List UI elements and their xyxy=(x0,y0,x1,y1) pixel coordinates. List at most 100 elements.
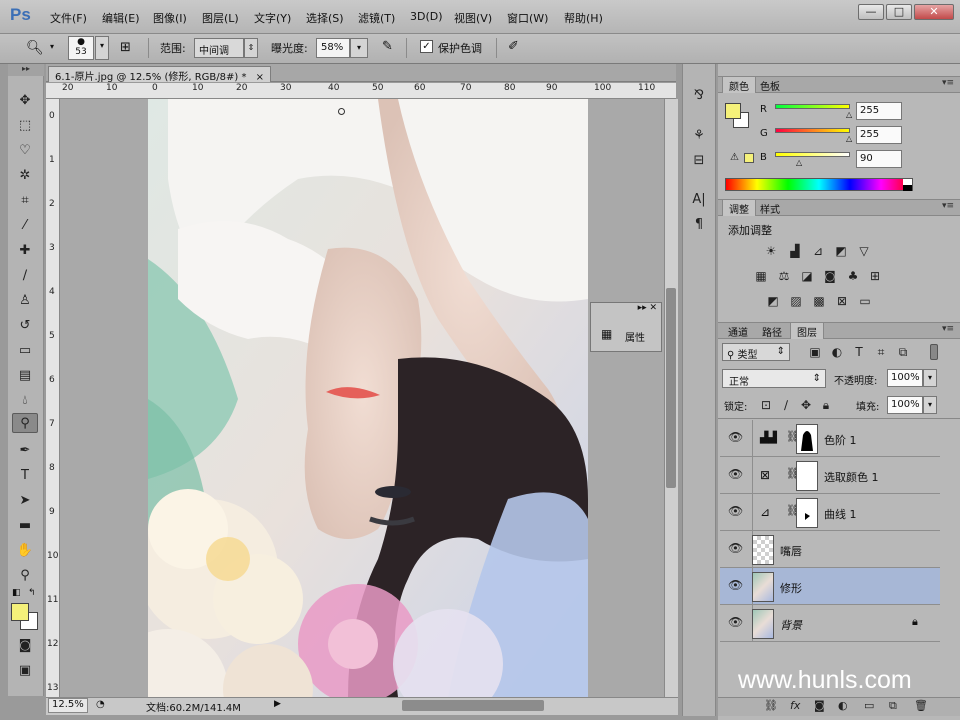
menu-filter[interactable]: 滤镜(T) xyxy=(358,10,395,26)
properties-collapse-icon[interactable]: ▸▸ ✕ xyxy=(638,303,657,313)
burn-tool-icon[interactable]: 🔍︎ xyxy=(26,40,44,56)
filter-type-icon[interactable]: T xyxy=(850,344,868,360)
marquee-tool-icon[interactable]: ⬚ xyxy=(12,116,38,136)
add-mask-icon[interactable]: ◙ xyxy=(814,699,825,712)
hand-tool-icon[interactable]: ✋ xyxy=(12,541,38,561)
tab-adjustments[interactable]: 调整 xyxy=(722,200,756,216)
toolbox-grip[interactable]: ▸▸ xyxy=(8,64,44,76)
range-select[interactable]: 中间调 xyxy=(194,38,244,58)
history-brush-tool-icon[interactable]: ↺ xyxy=(12,316,38,336)
move-tool-icon[interactable]: ✥ xyxy=(12,91,38,111)
filter-smart-object-icon[interactable]: ⧉ xyxy=(894,344,912,360)
brush-tool-icon[interactable]: ∕ xyxy=(12,266,38,286)
gamut-color-chip[interactable] xyxy=(744,153,754,163)
close-window-button[interactable]: ✕ xyxy=(914,4,954,20)
tab-swatches[interactable]: 色板 xyxy=(754,77,786,93)
quick-mask-icon[interactable]: ◙ xyxy=(12,636,38,656)
status-info-icon[interactable]: ◔ xyxy=(96,699,105,710)
layer-name[interactable]: 选取颜色 1 xyxy=(824,469,879,485)
hue-saturation-icon[interactable]: ▦ xyxy=(752,268,770,284)
menu-image[interactable]: 图像(I) xyxy=(153,10,187,26)
layer-mask-thumbnail[interactable] xyxy=(796,461,818,491)
out-of-gamut-warning-icon[interactable]: ⚠ xyxy=(730,152,739,163)
panel-menu-icon[interactable]: ▾≡ xyxy=(942,78,954,88)
range-dropdown-icon[interactable]: ⇕ xyxy=(244,38,258,58)
layer-thumbnail[interactable] xyxy=(752,609,774,639)
paragraph-panel-icon[interactable]: ¶ xyxy=(688,217,710,235)
posterize-icon[interactable]: ▨ xyxy=(787,293,805,309)
eraser-tool-icon[interactable]: ▭ xyxy=(12,341,38,361)
restore-button[interactable]: □ xyxy=(886,4,912,20)
color-balance-icon[interactable]: ⚖ xyxy=(775,268,793,284)
layer-row[interactable]: 👁︎ ⊿ ⛓ 曲线 1 xyxy=(720,494,940,531)
zoom-level[interactable]: 12.5% xyxy=(52,699,84,710)
exposure-input[interactable]: 58% xyxy=(316,38,350,58)
new-adjustment-layer-icon[interactable]: ◐ xyxy=(838,699,848,712)
curves-icon[interactable]: ⊿ xyxy=(809,243,827,259)
g-slider[interactable] xyxy=(775,128,850,133)
brush-presets-panel-icon[interactable]: ⊟ xyxy=(688,153,710,171)
brush-preset-dropdown-icon[interactable]: ▾ xyxy=(95,36,109,60)
document-tab-close-icon[interactable]: × xyxy=(256,72,264,83)
minimize-button[interactable]: — xyxy=(858,4,884,20)
black-white-icon[interactable]: ◪ xyxy=(798,268,816,284)
default-colors-icon[interactable]: ◧ xyxy=(12,588,21,598)
zoom-tool-icon[interactable]: ⚲ xyxy=(12,566,38,586)
gradient-tool-icon[interactable]: ▤ xyxy=(12,366,38,386)
tool-presets-panel-icon[interactable]: ⚘ xyxy=(688,128,710,146)
layer-name[interactable]: 曲线 1 xyxy=(824,506,857,522)
layer-row[interactable]: 👁︎ 背景 🔒︎ xyxy=(720,605,940,642)
layer-name[interactable]: 背景 xyxy=(780,617,802,633)
fill-input[interactable]: 100% xyxy=(887,396,923,414)
menu-view[interactable]: 视图(V) xyxy=(454,10,492,26)
layer-filter-select[interactable]: ⚲ 类型 ⇕ xyxy=(722,343,790,361)
g-input[interactable]: 255 xyxy=(856,126,902,144)
brush-preset-picker[interactable]: ● 53 xyxy=(68,36,94,60)
tab-paths[interactable]: 路径 xyxy=(756,323,788,339)
lock-transparent-icon[interactable]: ⊡ xyxy=(757,397,775,413)
tool-preset-dropdown-icon[interactable]: ▾ xyxy=(50,42,54,51)
screen-mode-icon[interactable]: ▣ xyxy=(12,661,38,681)
visibility-eye-icon[interactable]: 👁︎ xyxy=(728,615,743,629)
pen-tool-icon[interactable]: ✒ xyxy=(12,441,38,461)
horizontal-scrollbar-thumb[interactable] xyxy=(402,700,544,711)
b-slider[interactable] xyxy=(775,152,850,157)
layer-style-icon[interactable]: fx xyxy=(790,699,800,712)
exposure-slider-dropdown-icon[interactable]: ▾ xyxy=(350,38,368,58)
color-lookup-icon[interactable]: ⊞ xyxy=(866,268,884,284)
filter-pixel-icon[interactable]: ▣ xyxy=(806,344,824,360)
delete-layer-icon[interactable]: 🗑︎ xyxy=(914,699,928,712)
b-slider-handle-icon[interactable]: △ xyxy=(796,158,802,167)
layer-mask-thumbnail[interactable] xyxy=(796,498,818,528)
layer-name[interactable]: 修形 xyxy=(780,580,802,596)
threshold-icon[interactable]: ▩ xyxy=(810,293,828,309)
g-slider-handle-icon[interactable]: △ xyxy=(846,134,852,143)
photo-filter-icon[interactable]: ◙ xyxy=(821,268,839,284)
layer-row[interactable]: 👁︎ 修形 xyxy=(720,568,940,605)
brightness-contrast-icon[interactable]: ☀ xyxy=(762,243,780,259)
blur-tool-icon[interactable]: 💧︎ xyxy=(12,391,38,411)
fill-dropdown-icon[interactable]: ▾ xyxy=(923,396,937,414)
crop-tool-icon[interactable]: ⌗ xyxy=(12,191,38,211)
lock-pixels-icon[interactable]: ∕ xyxy=(777,397,795,413)
invert-icon[interactable]: ◩ xyxy=(764,293,782,309)
vibrance-icon[interactable]: ▽ xyxy=(855,243,873,259)
layer-name[interactable]: 嘴唇 xyxy=(780,543,802,559)
vertical-ruler[interactable]: 0 1 2 3 4 5 6 7 8 9 10 11 12 13 xyxy=(46,99,60,697)
type-tool-icon[interactable]: T xyxy=(12,466,38,486)
visibility-eye-icon[interactable]: 👁︎ xyxy=(728,504,743,518)
menu-type[interactable]: 文字(Y) xyxy=(254,10,291,26)
color-spectrum-ramp[interactable] xyxy=(725,178,913,191)
shape-tool-icon[interactable]: ▬ xyxy=(12,516,38,536)
layer-name[interactable]: 色阶 1 xyxy=(824,432,857,448)
protect-tones-checkbox[interactable]: ✓ xyxy=(420,40,433,53)
pressure-size-icon[interactable]: ✐ xyxy=(508,39,519,54)
r-slider-handle-icon[interactable]: △ xyxy=(846,110,852,119)
menu-3d[interactable]: 3D(D) xyxy=(410,10,443,23)
menu-help[interactable]: 帮助(H) xyxy=(564,10,603,26)
lock-all-icon[interactable]: 🔒︎ xyxy=(817,397,835,413)
b-input[interactable]: 90 xyxy=(856,150,902,168)
dodge-burn-tool-icon[interactable]: ⚲ xyxy=(12,413,38,433)
gradient-map-icon[interactable]: ▭ xyxy=(856,293,874,309)
eyedropper-tool-icon[interactable]: ⁄ xyxy=(12,216,38,236)
